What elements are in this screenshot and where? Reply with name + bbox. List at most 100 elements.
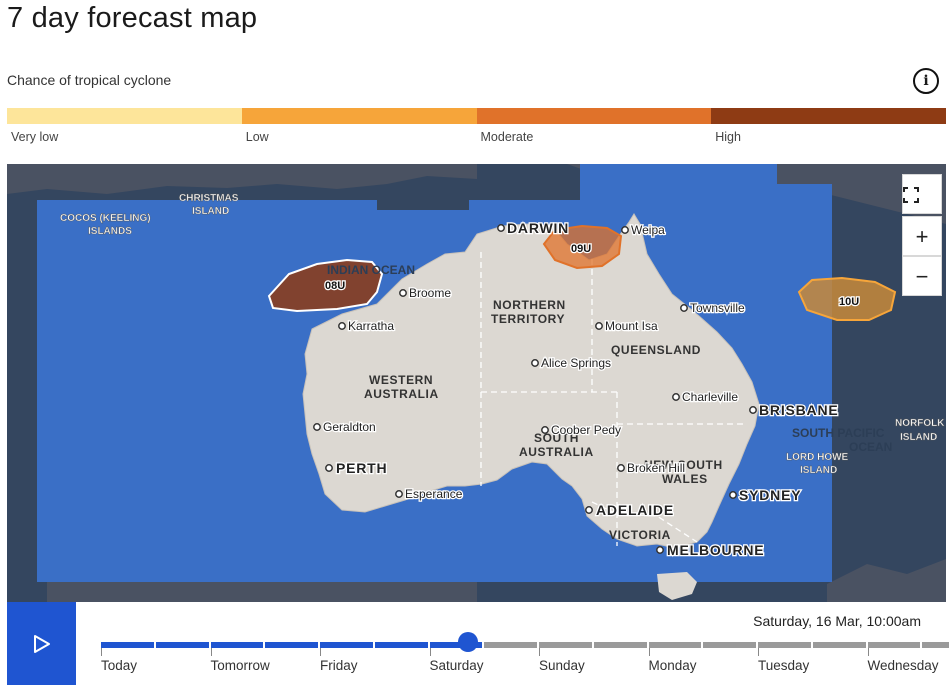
day-label-tuesday[interactable]: Tuesday	[758, 658, 809, 673]
region-qld: QUEENSLAND	[611, 343, 701, 357]
region-wa-1: WESTERN	[369, 373, 433, 387]
region-nt-2: TERRITORY	[491, 312, 565, 326]
city-geraldton[interactable]: Geraldton	[322, 419, 377, 436]
timeline-segment[interactable]	[265, 642, 318, 648]
legend-title: Chance of tropical cyclone	[7, 72, 172, 88]
land-nz	[827, 559, 946, 602]
city-dot-brisbane[interactable]	[749, 406, 757, 414]
probability-scale	[7, 108, 946, 124]
day-tick	[320, 648, 321, 656]
city-weipa[interactable]: Weipa	[630, 222, 667, 239]
scale-label-very-low: Very low	[11, 130, 59, 144]
day-tick	[539, 648, 540, 656]
day-label-tomorrow[interactable]: Tomorrow	[211, 658, 270, 673]
timeline-segment[interactable]	[320, 642, 373, 648]
city-dot-esperance[interactable]	[395, 490, 403, 498]
day-label-today[interactable]: Today	[101, 658, 137, 673]
timeline-segment[interactable]	[867, 642, 921, 648]
city-mount-isa[interactable]: Mount Isa	[604, 318, 660, 335]
city-dot-broken-hill[interactable]	[617, 464, 625, 472]
city-dot-townsville[interactable]	[680, 304, 688, 312]
city-melbourne[interactable]: MELBOURNE	[666, 541, 765, 560]
day-tick	[210, 648, 212, 656]
city-coober-pedy[interactable]: Coober Pedy	[550, 422, 623, 439]
city-dot-mount-isa[interactable]	[595, 322, 603, 330]
timeline-segment[interactable]	[703, 642, 756, 648]
christmas-island-label-1: CHRISTMAS	[179, 193, 239, 204]
day-label-friday[interactable]: Friday	[320, 658, 358, 673]
city-dot-alice-springs[interactable]	[531, 359, 539, 367]
city-dot-coober-pedy[interactable]	[541, 426, 549, 434]
city-esperance[interactable]: Esperance	[404, 486, 464, 503]
city-alice-springs[interactable]: Alice Springs	[540, 355, 613, 372]
day-tick	[648, 648, 650, 656]
day-label-wednesday[interactable]: Wednesday	[868, 658, 939, 673]
timeline-segment[interactable]	[539, 642, 592, 648]
city-dot-perth[interactable]	[325, 464, 333, 472]
timeline-segment[interactable]	[922, 642, 949, 648]
timeline-segment[interactable]	[758, 642, 811, 648]
timeline-segment[interactable]	[648, 642, 702, 648]
day-tick	[867, 648, 869, 656]
day-label-saturday[interactable]: Saturday	[430, 658, 484, 673]
fullscreen-icon[interactable]	[902, 174, 942, 214]
city-dot-adelaide[interactable]	[585, 506, 593, 514]
system-09u-label[interactable]: 09U	[570, 242, 593, 257]
timeline-segment[interactable]	[593, 642, 647, 648]
scale-label-moderate: Moderate	[480, 130, 534, 144]
timeline-segment[interactable]	[210, 642, 264, 648]
city-dot-melbourne[interactable]	[656, 546, 664, 554]
system-08u-label[interactable]: 08U	[324, 279, 347, 294]
scale-label-low: Low	[245, 130, 269, 144]
south-pacific-label-2: OCEAN	[849, 440, 892, 454]
day-tick	[758, 648, 759, 656]
scale-very-low	[7, 108, 242, 124]
indian-ocean-label: INDIAN OCEAN	[327, 263, 415, 277]
map-canvas[interactable]: INDIAN OCEAN SOUTH PACIFIC OCEAN CHRISTM…	[7, 164, 946, 602]
play-button[interactable]	[7, 602, 76, 685]
scale-label-high: High	[715, 130, 741, 144]
city-sydney[interactable]: SYDNEY	[738, 486, 802, 505]
scale-labels: Very low Low Moderate High	[7, 130, 946, 144]
system-10u-label[interactable]: 10U	[838, 295, 861, 310]
timeline-segment[interactable]	[374, 642, 428, 648]
timeline-segment[interactable]	[812, 642, 866, 648]
play-icon	[34, 635, 50, 653]
city-broken-hill[interactable]: Broken Hill	[626, 460, 687, 477]
current-time: Saturday, 16 Mar, 10:00am	[753, 613, 921, 629]
city-karratha[interactable]: Karratha	[347, 318, 396, 335]
city-brisbane[interactable]: BRISBANE	[758, 401, 839, 420]
tasmania-land	[657, 572, 697, 600]
city-adelaide[interactable]: ADELAIDE	[595, 501, 675, 520]
city-charleville[interactable]: Charleville	[681, 389, 740, 406]
timeline-segment[interactable]	[155, 642, 209, 648]
city-dot-karratha[interactable]	[338, 322, 346, 330]
timeline-segment[interactable]	[101, 642, 154, 648]
city-darwin[interactable]: DARWIN	[506, 219, 570, 238]
scale-high	[711, 108, 946, 124]
city-broome[interactable]: Broome	[408, 285, 453, 302]
city-dot-sydney[interactable]	[729, 491, 737, 499]
city-dot-charleville[interactable]	[672, 393, 680, 401]
city-dot-weipa[interactable]	[621, 226, 629, 234]
city-townsville[interactable]: Townsville	[689, 300, 747, 317]
christmas-island-label-2: ISLAND	[192, 206, 229, 217]
norfolk-label-2: ISLAND	[900, 432, 937, 443]
city-dot-broome[interactable]	[399, 289, 407, 297]
city-dot-geraldton[interactable]	[313, 423, 321, 431]
zoom-out-button[interactable]: −	[902, 256, 942, 296]
scale-moderate	[476, 108, 712, 124]
timeline-segment[interactable]	[484, 642, 537, 648]
cocos-islands-label-1: COCOS (KEELING)	[60, 213, 151, 224]
day-label-sunday[interactable]: Sunday	[539, 658, 585, 673]
region-wa-2: AUSTRALIA	[364, 387, 439, 401]
forecast-map[interactable]: INDIAN OCEAN SOUTH PACIFIC OCEAN CHRISTM…	[7, 164, 946, 602]
info-icon[interactable]: i	[913, 68, 939, 94]
city-dot-darwin[interactable]	[497, 224, 505, 232]
land-indonesia	[7, 164, 477, 194]
city-perth[interactable]: PERTH	[335, 459, 388, 478]
day-label-monday[interactable]: Monday	[649, 658, 697, 673]
zoom-in-button[interactable]: +	[902, 216, 942, 256]
timeline-thumb[interactable]	[457, 632, 478, 652]
day-tick	[101, 648, 102, 656]
